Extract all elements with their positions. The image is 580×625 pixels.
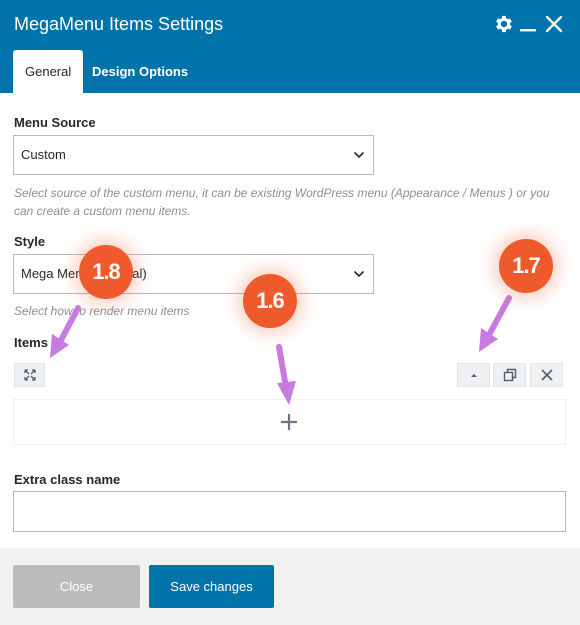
move-up-button[interactable] bbox=[457, 363, 490, 387]
style-label: Style bbox=[14, 234, 46, 249]
settings-dialog: MegaMenu Items Settings General Design O… bbox=[0, 0, 580, 625]
extra-class-input[interactable] bbox=[13, 491, 566, 532]
expand-button[interactable] bbox=[14, 363, 45, 387]
arrow-to-plus-icon bbox=[276, 344, 289, 390]
arrowhead-to-expand-icon bbox=[50, 334, 69, 358]
clone-button[interactable] bbox=[493, 363, 526, 387]
arrowhead-to-move-up-icon bbox=[479, 328, 498, 352]
dialog-title: MegaMenu Items Settings bbox=[14, 14, 224, 34]
gear-icon[interactable] bbox=[493, 13, 515, 35]
tab-general[interactable]: General bbox=[13, 50, 84, 93]
minimize-icon[interactable] bbox=[519, 15, 537, 33]
menu-source-help-line-2: can create a custom menu items. bbox=[14, 204, 191, 218]
expand-icon bbox=[23, 369, 36, 381]
move-up-icon bbox=[470, 374, 477, 377]
save-button[interactable]: Save changes bbox=[149, 565, 274, 608]
menu-source-help-line-1: Select source of the custom menu, it can… bbox=[14, 186, 550, 200]
chevron-down-icon bbox=[353, 151, 365, 159]
remove-icon bbox=[540, 369, 553, 381]
annotation-badge-1-8: 1.8 bbox=[79, 245, 133, 299]
dialog-header: MegaMenu Items Settings General Design O… bbox=[0, 0, 580, 93]
items-label: Items bbox=[14, 335, 48, 350]
close-icon[interactable] bbox=[545, 15, 563, 33]
menu-source-value: Custom bbox=[21, 147, 66, 162]
menu-source-label: Menu Source bbox=[14, 115, 96, 130]
style-select[interactable]: Mega Menu (Minimal) bbox=[13, 254, 374, 294]
extra-class-label: Extra class name bbox=[14, 472, 121, 487]
tab-design-options[interactable]: Design Options bbox=[80, 50, 200, 93]
arrow-to-move-up-icon bbox=[486, 295, 512, 338]
style-help: Select how to render menu items bbox=[14, 304, 190, 318]
annotation-badge-1-6: 1.6 bbox=[243, 274, 297, 328]
close-button[interactable]: Close bbox=[13, 565, 140, 608]
menu-source-select[interactable]: Custom bbox=[13, 135, 374, 175]
remove-button[interactable] bbox=[530, 363, 563, 387]
plus-icon[interactable] bbox=[278, 411, 300, 433]
chevron-down-icon bbox=[353, 270, 365, 278]
clone-icon bbox=[503, 368, 516, 382]
annotation-badge-1-7: 1.7 bbox=[499, 239, 553, 293]
